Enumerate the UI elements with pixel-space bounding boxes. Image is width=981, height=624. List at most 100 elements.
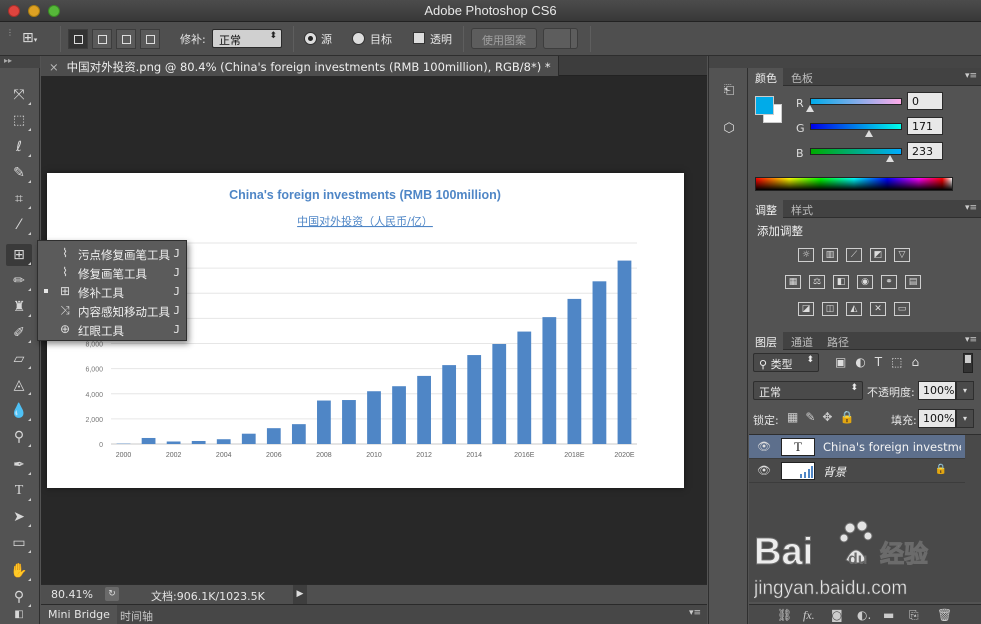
dodge-tool-icon[interactable]: ⚲ (6, 426, 32, 448)
add-to-selection-button[interactable] (92, 29, 112, 49)
flyout-item-2[interactable]: ⌇ 修复画笔工具 J (38, 263, 186, 282)
hand-tool-icon[interactable]: ✋ (6, 560, 32, 582)
flyout-item-3[interactable]: ⊞ 修补工具 J (38, 282, 186, 301)
intersect-selection-button[interactable] (140, 29, 160, 49)
crop-tool-icon[interactable]: ⌗ (6, 188, 32, 210)
type-tool-icon[interactable]: T (6, 480, 32, 502)
new-selection-button[interactable] (68, 29, 88, 49)
paint-bucket-tool-icon[interactable]: ◬ (6, 374, 32, 396)
pen-tool-icon[interactable]: ✒ (6, 454, 32, 476)
blur-tool-icon[interactable]: 💧 (6, 400, 32, 422)
layer-filter-icons[interactable]: ▣◐T⬚⌂ (835, 355, 928, 369)
tab-timeline[interactable]: 时间轴 (113, 605, 160, 624)
fill-field[interactable]: 100% (918, 409, 956, 428)
quick-selection-tool-icon[interactable]: ✎ (6, 162, 32, 184)
layer-filter-toggle[interactable] (963, 353, 973, 373)
channel-value-field[interactable]: 171 (907, 117, 943, 135)
link-layers-icon[interactable]: ⛓ (777, 608, 792, 622)
eyedropper-tool-icon[interactable]: ⁄ (6, 214, 32, 236)
lock-icons[interactable]: ▦✎✥🔒 (787, 410, 861, 424)
black-white-icon[interactable]: ◧ (833, 275, 849, 289)
threshold-icon[interactable]: ◭ (846, 302, 862, 316)
layer-style-icon[interactable]: fx. (803, 608, 815, 623)
default-colors-icon[interactable]: ◧ (6, 608, 32, 622)
fill-dropdown-icon[interactable]: ▾ (956, 409, 974, 428)
destination-radio[interactable] (352, 32, 365, 45)
patch-tool-preset-icon[interactable]: ⊞▾ (22, 30, 46, 48)
tab-mini-bridge[interactable]: Mini Bridge (41, 605, 117, 624)
vibrance-icon[interactable]: ▽ (894, 248, 910, 262)
tab-color[interactable]: 颜色 (749, 68, 783, 86)
exposure-icon[interactable]: ◩ (870, 248, 886, 262)
tab-layers[interactable]: 图层 (749, 332, 783, 350)
path-selection-tool-icon[interactable]: ➤ (6, 506, 32, 528)
pattern-picker[interactable] (543, 28, 578, 49)
brightness-contrast-icon[interactable]: ☼ (798, 248, 814, 262)
tab-adjustments[interactable]: 调整 (749, 200, 783, 218)
color-balance-icon[interactable]: ⚖ (809, 275, 825, 289)
flyout-item-1[interactable]: ⌇ 污点修复画笔工具 J (38, 244, 186, 263)
opacity-dropdown-icon[interactable]: ▾ (956, 381, 974, 400)
opacity-field[interactable]: 100% (918, 381, 956, 400)
document-tab[interactable]: × 中国对外投资.png @ 80.4% (China's foreign inv… (41, 56, 559, 76)
channel-value-field[interactable]: 0 (907, 92, 943, 110)
gradient-map-icon[interactable]: ▭ (894, 302, 910, 316)
3d-panel-icon[interactable]: ⬡ (717, 118, 741, 140)
eye-icon[interactable]: 👁 (757, 440, 771, 453)
clone-stamp-tool-icon[interactable]: ♜ (6, 296, 32, 318)
eraser-tool-icon[interactable]: ▱ (6, 348, 32, 370)
tools-panel-grip[interactable]: ▸▸ (0, 56, 40, 68)
channel-mixer-icon[interactable]: ⚭ (881, 275, 897, 289)
foreground-color-swatch[interactable] (755, 96, 774, 115)
selective-color-icon[interactable]: ✕ (870, 302, 886, 316)
panel-menu-icon[interactable]: ▾≡ (689, 608, 701, 618)
patch-tool-icon[interactable]: ⊞ (6, 244, 32, 266)
zoom-level[interactable]: 80.41% (51, 588, 93, 601)
panel-menu-icon[interactable]: ▾≡ (965, 335, 977, 345)
zoom-tool-icon[interactable]: ⚲ (6, 586, 32, 608)
status-menu-arrow-icon[interactable]: ▶ (293, 585, 307, 604)
close-icon[interactable]: × (49, 60, 59, 74)
delete-layer-icon[interactable]: 🗑 (937, 608, 952, 622)
hue-saturation-icon[interactable]: ▦ (785, 275, 801, 289)
color-lookup-icon[interactable]: ▤ (905, 275, 921, 289)
channel-slider[interactable] (810, 123, 902, 130)
brush-tool-icon[interactable]: ✏ (6, 270, 32, 292)
slider-knob[interactable] (864, 130, 873, 137)
transparent-checkbox[interactable] (413, 32, 425, 44)
move-tool-icon[interactable]: ⤧ (6, 84, 32, 106)
layer-filter-kind-select[interactable]: ⚲ 类型 ⬍ (753, 353, 819, 372)
marquee-tool-icon[interactable]: ⬚ (6, 110, 32, 132)
source-radio[interactable] (304, 32, 317, 45)
history-panel-icon[interactable]: ⎗ (717, 80, 741, 102)
rectangle-tool-icon[interactable]: ▭ (6, 532, 32, 554)
layer-row[interactable]: 👁 背景 🔒 (749, 459, 965, 483)
panel-menu-icon[interactable]: ▾≡ (965, 203, 977, 213)
dock-grip[interactable] (709, 56, 749, 68)
tab-styles[interactable]: 样式 (785, 200, 819, 218)
patch-mode-select[interactable]: 正常 ⬍ (212, 29, 282, 48)
slider-knob[interactable] (886, 155, 895, 162)
layer-row[interactable]: 👁 T China's foreign investments (RMB 100mi… (749, 435, 965, 459)
lasso-tool-icon[interactable]: ℓ (6, 136, 32, 158)
color-spectrum-bar[interactable] (755, 177, 953, 191)
posterize-icon[interactable]: ◫ (822, 302, 838, 316)
panel-menu-icon[interactable]: ▾≡ (965, 71, 977, 81)
subtract-from-selection-button[interactable] (116, 29, 136, 49)
channel-slider[interactable] (810, 148, 902, 155)
adjustment-layer-icon[interactable]: ◐. (857, 608, 871, 622)
levels-icon[interactable]: ▥ (822, 248, 838, 262)
use-pattern-button[interactable]: 使用图案 (471, 28, 537, 49)
flyout-item-5[interactable]: ⊕ 红眼工具 J (38, 320, 186, 339)
new-layer-icon[interactable]: ⎘ (909, 608, 919, 623)
add-mask-icon[interactable]: ◙ (831, 608, 843, 622)
curves-icon[interactable]: ⟋ (846, 248, 862, 262)
photo-filter-icon[interactable]: ◉ (857, 275, 873, 289)
share-icon[interactable]: ↻ (105, 587, 119, 601)
new-group-icon[interactable]: ▬ (883, 608, 894, 622)
tab-swatches[interactable]: 色板 (785, 68, 819, 86)
tab-channels[interactable]: 通道 (785, 332, 819, 350)
tab-paths[interactable]: 路径 (821, 332, 855, 350)
blend-mode-select[interactable]: 正常 ⬍ (753, 381, 863, 400)
flyout-item-4[interactable]: ⤨ 内容感知移动工具 J (38, 301, 186, 320)
